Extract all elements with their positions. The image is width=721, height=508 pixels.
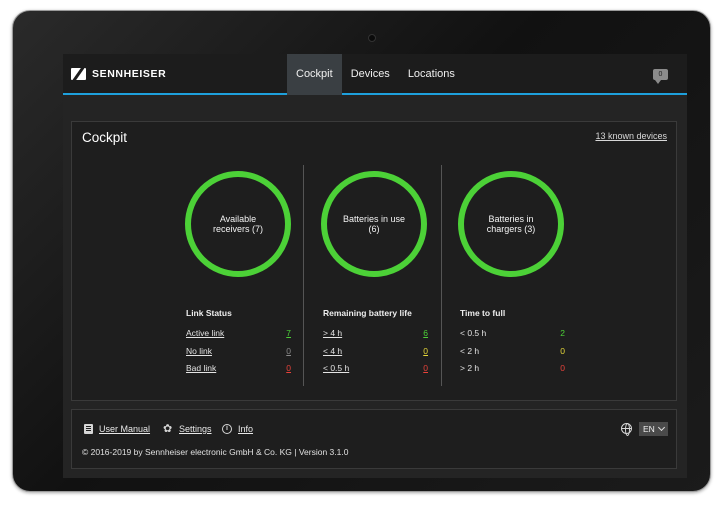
available-receivers-ring: Available receivers (7) bbox=[185, 171, 291, 277]
battery-under-half-h-label[interactable]: < 0.5 h bbox=[323, 363, 349, 373]
cockpit-panel: Cockpit 13 known devices Available recei… bbox=[71, 121, 677, 401]
batteries-in-use-ring: Batteries in use (6) bbox=[321, 171, 427, 277]
full-under-2h-label: < 2 h bbox=[460, 346, 480, 356]
info-icon: i bbox=[222, 424, 232, 434]
full-over-2h-label: > 2 h bbox=[460, 363, 480, 373]
top-navigation-bar: SENNHEISER Cockpit Devices Locations 0 bbox=[63, 54, 687, 95]
tab-devices[interactable]: Devices bbox=[342, 54, 399, 95]
stat-row-bad-link[interactable]: Bad link 0 bbox=[186, 363, 291, 374]
battery-life-title: Remaining battery life bbox=[323, 308, 412, 318]
user-manual-link[interactable]: User Manual bbox=[84, 424, 150, 434]
active-link-value[interactable]: 7 bbox=[286, 328, 291, 338]
language-select[interactable]: EN bbox=[639, 422, 668, 436]
camera-icon bbox=[368, 34, 376, 42]
info-label[interactable]: Info bbox=[238, 424, 253, 434]
tab-locations[interactable]: Locations bbox=[399, 54, 464, 95]
stat-row-active-link[interactable]: Active link 7 bbox=[186, 328, 291, 339]
stat-row-battery-under-half-h[interactable]: < 0.5 h 0 bbox=[323, 363, 428, 374]
language-value: EN bbox=[643, 424, 655, 434]
battery-under-4h-label[interactable]: < 4 h bbox=[323, 346, 342, 356]
batteries-in-chargers-label: Batteries in chargers (3) bbox=[486, 214, 536, 234]
batteries-in-use-label: Batteries in use (6) bbox=[342, 214, 406, 234]
battery-over-4h-value[interactable]: 6 bbox=[423, 328, 428, 338]
column-divider bbox=[441, 165, 442, 386]
brand-logo[interactable]: SENNHEISER bbox=[71, 68, 166, 80]
settings-label[interactable]: Settings bbox=[179, 424, 212, 434]
stat-row-no-link[interactable]: No link 0 bbox=[186, 346, 291, 357]
link-status-title: Link Status bbox=[186, 308, 232, 318]
full-over-2h-value: 0 bbox=[560, 363, 565, 373]
page-title: Cockpit bbox=[82, 130, 128, 145]
footer-panel: User Manual ✿ Settings i Info © 2016-201… bbox=[71, 409, 677, 469]
stat-row-full-under-2h: < 2 h 0 bbox=[460, 346, 565, 357]
battery-over-4h-label[interactable]: > 4 h bbox=[323, 328, 342, 338]
battery-under-half-h-value[interactable]: 0 bbox=[423, 363, 428, 373]
chat-bubble-icon[interactable]: 0 bbox=[653, 69, 668, 84]
main-nav: Cockpit Devices Locations bbox=[287, 54, 464, 95]
stat-row-full-under-half-h: < 0.5 h 2 bbox=[460, 328, 565, 339]
bad-link-value[interactable]: 0 bbox=[286, 363, 291, 373]
battery-under-4h-value[interactable]: 0 bbox=[423, 346, 428, 356]
time-to-full-title: Time to full bbox=[460, 308, 506, 318]
no-link-label[interactable]: No link bbox=[186, 346, 212, 356]
active-link-label[interactable]: Active link bbox=[186, 328, 224, 338]
book-icon bbox=[84, 424, 93, 434]
known-devices-link[interactable]: 13 known devices bbox=[595, 131, 667, 141]
chevron-down-icon bbox=[657, 423, 666, 432]
stat-row-battery-under-4h[interactable]: < 4 h 0 bbox=[323, 346, 428, 357]
settings-link[interactable]: ✿ Settings bbox=[163, 423, 212, 435]
copyright-text: © 2016-2019 by Sennheiser electronic Gmb… bbox=[82, 447, 349, 457]
full-under-half-h-value: 2 bbox=[560, 328, 565, 338]
brand-name: SENNHEISER bbox=[92, 68, 167, 80]
info-link[interactable]: i Info bbox=[222, 424, 253, 434]
user-manual-label[interactable]: User Manual bbox=[99, 424, 150, 434]
tablet-frame: SENNHEISER Cockpit Devices Locations 0 C… bbox=[12, 10, 711, 492]
column-divider bbox=[303, 165, 304, 386]
app-screen: SENNHEISER Cockpit Devices Locations 0 C… bbox=[63, 54, 687, 478]
gear-icon: ✿ bbox=[163, 423, 173, 435]
globe-icon bbox=[621, 423, 632, 436]
full-under-half-h-label: < 0.5 h bbox=[460, 328, 487, 338]
no-link-value[interactable]: 0 bbox=[286, 346, 291, 356]
batteries-in-chargers-ring: Batteries in chargers (3) bbox=[458, 171, 564, 277]
stat-row-battery-over-4h[interactable]: > 4 h 6 bbox=[323, 328, 428, 339]
bad-link-label[interactable]: Bad link bbox=[186, 363, 216, 373]
full-under-2h-value: 0 bbox=[560, 346, 565, 356]
sennheiser-logo-icon bbox=[71, 68, 86, 80]
stat-row-full-over-2h: > 2 h 0 bbox=[460, 363, 565, 374]
available-receivers-label: Available receivers (7) bbox=[212, 214, 263, 234]
tab-cockpit[interactable]: Cockpit bbox=[287, 54, 342, 95]
